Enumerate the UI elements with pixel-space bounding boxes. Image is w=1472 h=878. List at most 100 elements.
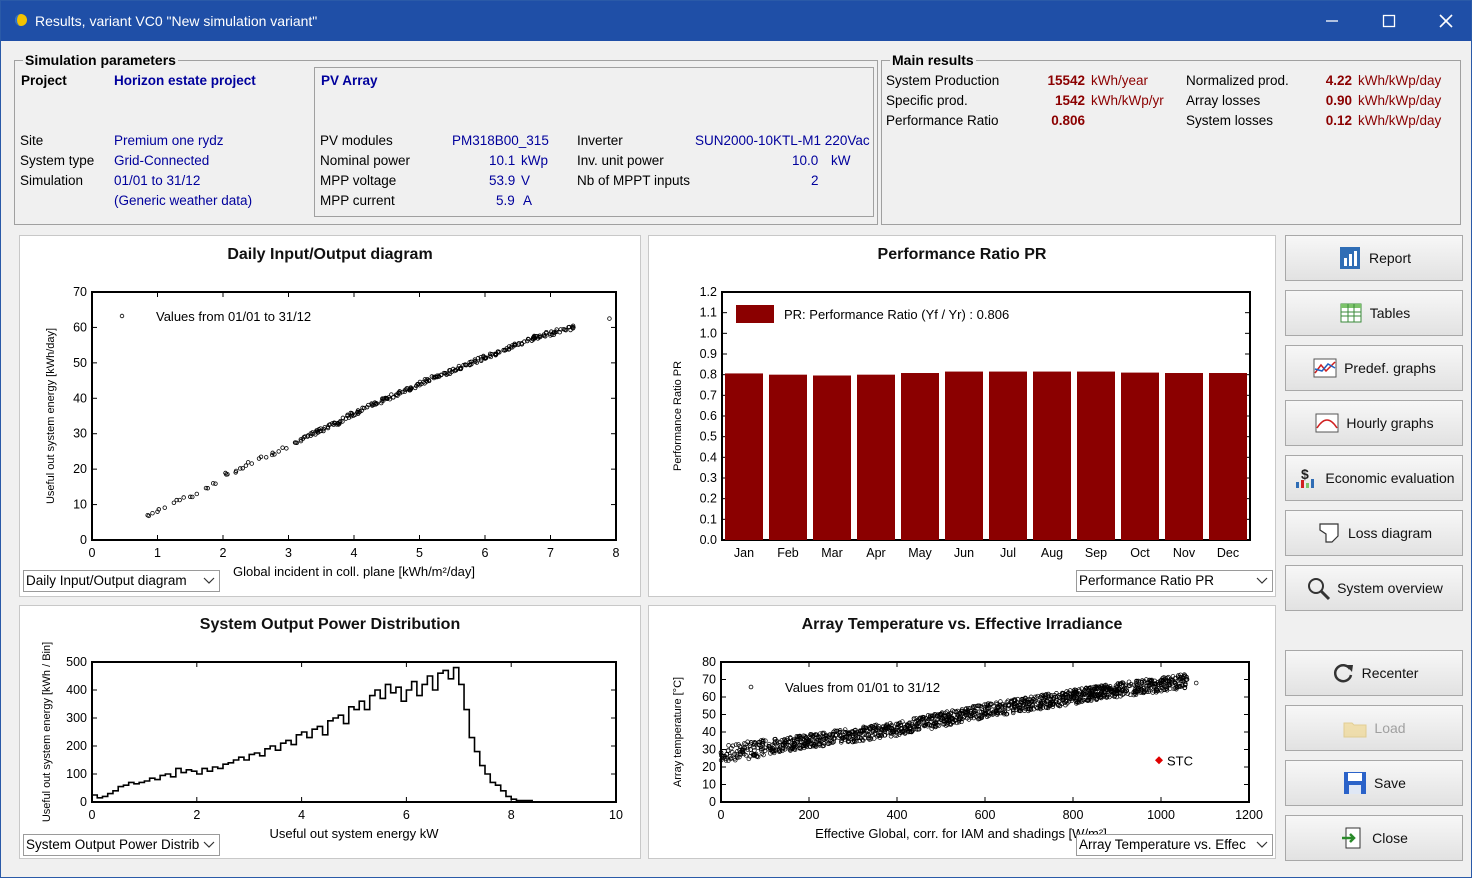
close-window-button[interactable] <box>1417 1 1472 41</box>
y-tick-label: 1.1 <box>700 306 717 320</box>
predef-graphs-icon <box>1313 358 1337 378</box>
pr-month-label: Aug <box>1041 546 1063 560</box>
system-type-label: System type <box>20 153 95 168</box>
pv-array-title: PV Array <box>321 73 378 88</box>
title-bar[interactable]: Results, variant VC0 "New simulation var… <box>1 1 1471 41</box>
x-tick-label: 0 <box>718 808 725 822</box>
pr-month-label: May <box>908 546 932 560</box>
y-tick-label: 0.7 <box>700 388 717 402</box>
pr-bar <box>1033 371 1071 540</box>
pr-bar <box>769 374 807 540</box>
report-button[interactable]: Report <box>1285 235 1463 281</box>
hourly-graphs-icon <box>1315 413 1339 433</box>
pr-bar <box>1209 373 1247 540</box>
y-tick-label: 0.5 <box>700 430 717 444</box>
result-label-2: Normalized prod. <box>1186 73 1289 88</box>
y-tick-label: 300 <box>66 711 87 725</box>
result-value-2: 4.22 <box>1325 73 1352 88</box>
x-tick-label: 200 <box>799 808 820 822</box>
x-tick-label: 7 <box>547 546 554 560</box>
distribution-select-value: System Output Power Distrib <box>26 837 200 852</box>
pr-bar <box>989 371 1027 540</box>
pr-month-label: Apr <box>866 546 885 560</box>
io-diagram-panel: Daily Input/Output diagram 0 1 2 3 4 5 6 7 8 0 10 2… <box>19 235 641 597</box>
results-window: Results, variant VC0 "New simulation var… <box>0 0 1472 878</box>
pr-month-label: Sep <box>1085 546 1107 560</box>
pr-legend-swatch <box>736 305 774 323</box>
x-tick-label: 2 <box>193 808 200 822</box>
y-tick-label: 50 <box>73 356 87 370</box>
close-button[interactable]: Close <box>1285 815 1463 861</box>
pr-bar-chart: 0.0 0.1 0.2 0.3 0.4 0.5 0.6 0.7 0.8 0.9 1.0 1.1 1.2 J… <box>672 285 1251 560</box>
y-tick-label: 10 <box>702 778 716 792</box>
x-tick-label: 8 <box>508 808 515 822</box>
pr-month-label: Jan <box>734 546 754 560</box>
pr-month-label: Oct <box>1130 546 1150 560</box>
x-tick-label: 800 <box>1063 808 1084 822</box>
inv-unit-power-value: 10.0 <box>792 153 819 168</box>
side-button-label: Report <box>1368 250 1412 266</box>
hourly-graphs-button[interactable]: Hourly graphs <box>1285 400 1463 446</box>
loss-diagram-button[interactable]: Loss diagram <box>1285 510 1463 556</box>
x-tick-label: 10 <box>609 808 623 822</box>
tables-button[interactable]: Tables <box>1285 290 1463 336</box>
pr-bar <box>857 374 895 540</box>
side-button-label: Economic evaluation <box>1325 470 1455 486</box>
pr-select[interactable]: Performance Ratio PR <box>1076 570 1273 592</box>
system-type-value: Grid-Connected <box>114 153 210 168</box>
y-tick-label: 0 <box>80 795 87 809</box>
y-tick-label: 500 <box>66 655 87 669</box>
main-results-title: Main results <box>890 52 976 68</box>
magnifier-icon <box>1308 578 1331 601</box>
mppt-inputs-value: 2 <box>811 173 819 188</box>
system-overview-button[interactable]: System overview <box>1285 565 1463 611</box>
pv-modules-value: PM318B00_315 <box>452 133 549 148</box>
mpp-current-value: 5.9 <box>496 193 515 208</box>
economic-evaluation-button[interactable]: $ Economic evaluation <box>1285 455 1463 501</box>
pr-bar <box>725 373 763 540</box>
side-button-label: Loss diagram <box>1347 525 1433 541</box>
load-button[interactable]: Load <box>1285 705 1463 751</box>
y-tick-label: 0.6 <box>700 409 717 423</box>
x-tick-label: 1200 <box>1235 808 1263 822</box>
nominal-power-unit: kWp <box>521 153 548 168</box>
economic-icon: $ <box>1296 466 1315 488</box>
x-tick-label: 5 <box>416 546 423 560</box>
pr-bar <box>901 373 939 540</box>
pr-bar <box>945 371 983 540</box>
io-diagram-select[interactable]: Daily Input/Output diagram <box>23 570 220 592</box>
minimize-button[interactable] <box>1303 1 1361 41</box>
x-tick-label: 4 <box>351 546 358 560</box>
mpp-current-label: MPP current <box>320 193 395 208</box>
side-button-label: Save <box>1374 775 1406 791</box>
y-tick-label: 0.9 <box>700 347 717 361</box>
site-label: Site <box>20 133 44 148</box>
result-label: Specific prod. <box>886 93 968 108</box>
result-label-2: Array losses <box>1186 93 1261 108</box>
y-tick-label: 0 <box>80 533 87 547</box>
mpp-voltage-value: 53.9 <box>489 173 516 188</box>
io-legend-text: Values from 01/01 to 31/12 <box>156 309 311 324</box>
y-tick-label: 0 <box>709 795 716 809</box>
simulation-value: 01/01 to 31/12 <box>114 173 201 188</box>
maximize-icon <box>1382 14 1396 28</box>
temperature-select[interactable]: Array Temperature vs. Effec <box>1076 834 1273 856</box>
y-tick-label: 0.4 <box>700 450 717 464</box>
io-x-axis-label: Global incident in coll. plane [kWh/m²/d… <box>233 564 475 579</box>
y-tick-label: 0.1 <box>700 512 717 526</box>
io-y-axis-label: Useful out system energy [kWh/day] <box>45 328 57 504</box>
result-unit-2: kWh/kWp/day <box>1358 113 1442 128</box>
y-tick-label: 80 <box>702 655 716 669</box>
temp-x-axis-label: Effective Global, corr. for IAM and shad… <box>815 826 1107 841</box>
y-tick-label: 1.0 <box>700 326 717 340</box>
pr-select-value: Performance Ratio PR <box>1079 573 1215 588</box>
site-value: Premium one rydz <box>114 133 224 148</box>
distribution-select[interactable]: System Output Power Distrib <box>23 834 220 856</box>
predef-graphs-button[interactable]: Predef. graphs <box>1285 345 1463 391</box>
recenter-button[interactable]: Recenter <box>1285 650 1463 696</box>
save-button[interactable]: Save <box>1285 760 1463 806</box>
chevron-down-icon <box>203 577 215 584</box>
y-tick-label: 10 <box>73 498 87 512</box>
maximize-button[interactable] <box>1360 1 1418 41</box>
pr-month-label: Nov <box>1173 546 1196 560</box>
